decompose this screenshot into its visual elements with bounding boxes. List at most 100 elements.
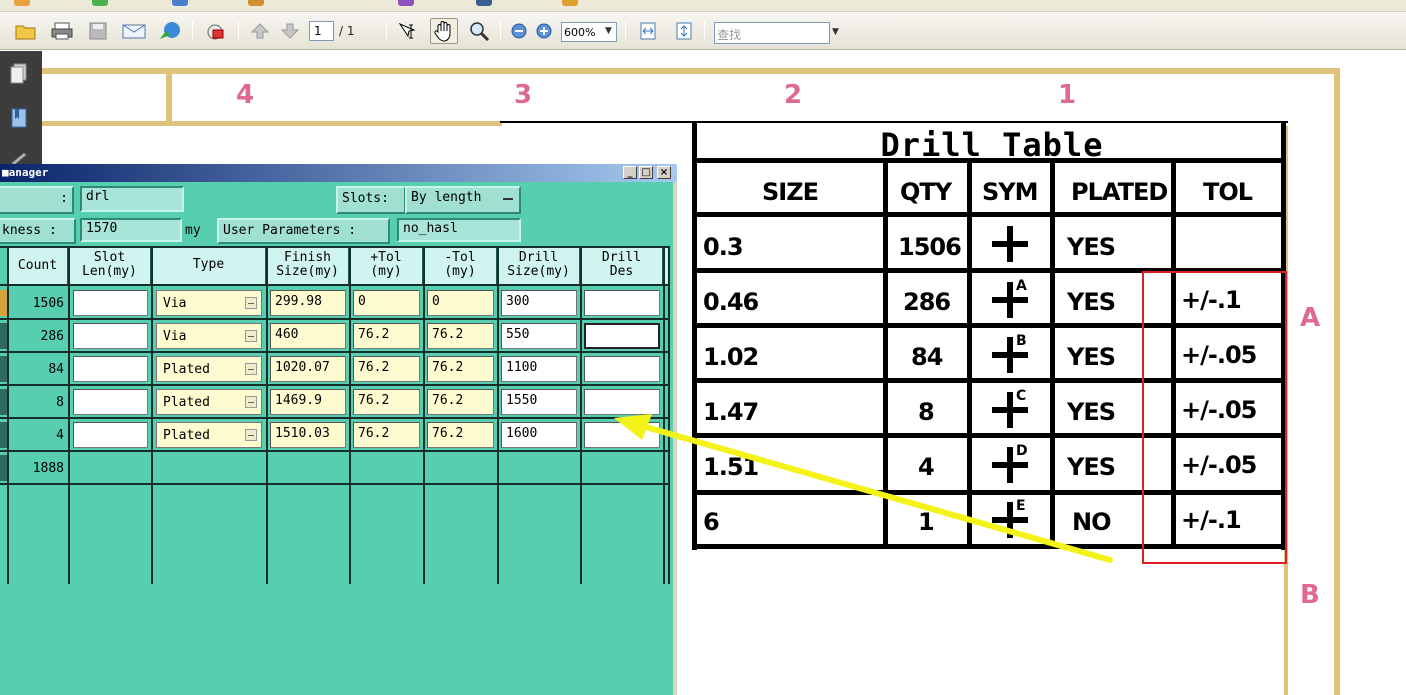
finish-size-input[interactable]: 299.98 (270, 290, 346, 316)
finish-size-input[interactable]: 1020.07 (270, 356, 346, 382)
next-page-icon[interactable] (278, 20, 302, 42)
fit-page-icon[interactable] (672, 20, 696, 42)
zoom-out-icon[interactable] (507, 20, 531, 42)
finish-size-input[interactable]: 460 (270, 323, 346, 349)
hand-tool-icon[interactable] (430, 18, 458, 44)
drill-des-input[interactable] (584, 356, 660, 382)
minus-tol-input[interactable]: 76.2 (427, 323, 494, 349)
window-title[interactable]: ■anager (0, 164, 677, 182)
grid-col-line (266, 248, 268, 584)
column-header-slot-len[interactable]: Slot Len(my) (69, 248, 151, 284)
drill-size: 1.02 (703, 343, 759, 371)
column-header-minus-tol[interactable]: -Tol (my) (424, 248, 497, 284)
fit-width-icon[interactable] (636, 20, 660, 42)
page-number-input[interactable]: 1 (309, 21, 334, 41)
chevron-down-icon[interactable]: ▼ (832, 27, 839, 37)
drill-des-input[interactable] (584, 323, 660, 349)
thickness-field[interactable]: 1570 (80, 218, 182, 242)
name-label-button[interactable]: : (0, 186, 74, 214)
type-select[interactable]: Plated (156, 356, 262, 382)
drill-size-input[interactable]: 300 (501, 290, 577, 316)
form-icon[interactable] (398, 0, 414, 6)
plus-tol-input[interactable]: 0 (353, 290, 420, 316)
grid-col-line (349, 248, 351, 584)
row-selector[interactable] (0, 290, 7, 316)
bookmarks-icon[interactable] (10, 107, 28, 129)
plus-tol-input[interactable]: 76.2 (353, 323, 420, 349)
settings-icon[interactable] (14, 0, 30, 6)
web-icon[interactable] (158, 20, 182, 42)
drill-qty: 84 (911, 343, 943, 371)
close-button[interactable]: × (657, 166, 671, 179)
email-icon[interactable] (122, 20, 146, 42)
minus-tol-input[interactable]: 0 (427, 290, 494, 316)
add-icon[interactable] (92, 0, 108, 6)
search-input[interactable]: 查找 (714, 22, 830, 44)
drill-size-input[interactable]: 1550 (501, 389, 577, 415)
pages-icon[interactable] (10, 63, 28, 85)
slot-length-input[interactable] (73, 422, 148, 448)
drill-des-input[interactable] (584, 389, 660, 415)
bookmark-icon[interactable] (248, 0, 264, 6)
row-selector[interactable] (0, 323, 7, 349)
minus-tol-input[interactable]: 76.2 (427, 389, 494, 415)
drill-des-input[interactable] (584, 422, 660, 448)
slot-length-input[interactable] (73, 323, 148, 349)
grid-col-line (68, 248, 70, 584)
open-folder-icon[interactable] (14, 20, 38, 42)
plus-tol-input[interactable]: 76.2 (353, 356, 420, 382)
zoom-in-icon[interactable] (532, 20, 556, 42)
finish-size-input[interactable]: 1469.9 (270, 389, 346, 415)
type-select[interactable]: Plated (156, 389, 262, 415)
chevron-down-icon[interactable]: ▼ (605, 26, 612, 36)
row-selector[interactable] (0, 422, 7, 448)
column-header-drill-des[interactable]: Drill Des (581, 248, 663, 284)
type-select[interactable]: Plated (156, 422, 262, 448)
drill-des-input[interactable] (584, 290, 660, 316)
name-field[interactable]: drl (80, 186, 184, 212)
drill-size: 1.47 (703, 398, 759, 426)
type-select[interactable]: Via (156, 290, 262, 316)
user-parameters-field[interactable]: no_hasl (397, 218, 521, 242)
finish-size-input[interactable]: 1510.03 (270, 422, 346, 448)
tool-icon[interactable] (172, 0, 188, 6)
row-selector[interactable] (0, 389, 7, 415)
slots-select[interactable]: By length (405, 186, 521, 214)
drill-table-title: Drill Table (880, 126, 1104, 164)
column-header-finish-size[interactable]: Finish Size(my) (267, 248, 349, 284)
grid-row-line (0, 450, 670, 452)
plus-tol-input[interactable]: 76.2 (353, 422, 420, 448)
security-icon[interactable] (203, 20, 227, 42)
slot-length-input[interactable] (73, 389, 148, 415)
column-header-count[interactable]: Count (8, 248, 68, 284)
type-select-value: Plated (163, 428, 210, 443)
zoom-tool-icon[interactable] (468, 20, 492, 42)
drill-plated: YES (1067, 233, 1116, 261)
slot-length-input[interactable] (73, 356, 148, 382)
previous-page-icon[interactable] (248, 20, 272, 42)
row-selector[interactable] (0, 455, 7, 481)
type-select[interactable]: Via (156, 323, 262, 349)
minus-tol-input[interactable]: 76.2 (427, 422, 494, 448)
maximize-button[interactable]: □ (639, 166, 653, 179)
print-icon[interactable] (50, 20, 74, 42)
user-parameters-button[interactable]: User Parameters : (217, 218, 390, 244)
plus-tol-input[interactable]: 76.2 (353, 389, 420, 415)
drill-plated: YES (1067, 288, 1116, 316)
drill-size-input[interactable]: 1100 (501, 356, 577, 382)
grid-col-line (580, 248, 582, 584)
column-header-drill-size[interactable]: Drill Size(my) (498, 248, 580, 284)
column-header-type[interactable]: Type (152, 248, 266, 284)
save-icon[interactable] (86, 20, 110, 42)
minus-tol-input[interactable]: 76.2 (427, 356, 494, 382)
row-selector[interactable] (0, 356, 7, 382)
drill-size-input[interactable]: 550 (501, 323, 577, 349)
select-text-icon[interactable] (396, 20, 420, 42)
layers-icon[interactable] (476, 0, 492, 6)
slot-length-input[interactable] (73, 290, 148, 316)
column-header-plus-tol[interactable]: +Tol (my) (350, 248, 423, 284)
drill-size-input[interactable]: 1600 (501, 422, 577, 448)
minimize-button[interactable]: _ (623, 166, 637, 179)
drill-qty: 8 (918, 398, 935, 426)
sign-icon[interactable] (562, 0, 578, 6)
